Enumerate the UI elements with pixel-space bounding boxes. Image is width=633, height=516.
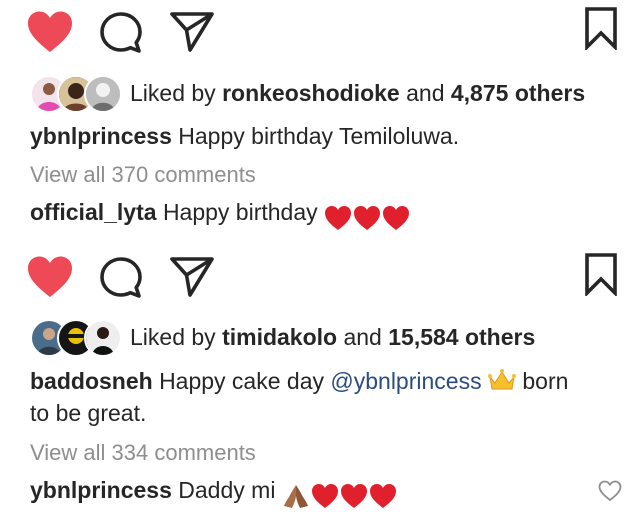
caption-line-2: to be great. bbox=[30, 400, 147, 426]
bookmark-icon[interactable] bbox=[583, 252, 619, 296]
post-card: Liked by timidakolo and 15,584 others ba… bbox=[0, 238, 633, 516]
view-all-comments-link[interactable]: View all 370 comments bbox=[30, 161, 256, 189]
red-heart-icon bbox=[383, 205, 410, 230]
red-heart-icon bbox=[325, 205, 352, 230]
comment-bubble-icon[interactable] bbox=[98, 10, 144, 56]
liked-by-prefix: Liked by bbox=[130, 80, 216, 106]
heart-filled-icon[interactable] bbox=[26, 10, 74, 54]
liked-by-user[interactable]: ronkeoshodioke bbox=[222, 80, 400, 106]
liked-by-prefix: Liked by bbox=[130, 324, 216, 350]
paper-plane-icon[interactable] bbox=[168, 255, 216, 299]
comment: official_lyta Happy birthday bbox=[30, 198, 411, 231]
red-heart-icon bbox=[311, 483, 338, 508]
comment-emojis bbox=[324, 202, 411, 231]
comment: ybnlprincess Daddy mi bbox=[30, 476, 398, 510]
avatar bbox=[84, 319, 122, 357]
liked-by-user[interactable]: timidakolo bbox=[222, 324, 337, 350]
heart-filled-icon[interactable] bbox=[26, 255, 74, 299]
caption: baddosneh Happy cake day @ybnlprincess b… bbox=[30, 367, 568, 395]
bookmark-icon[interactable] bbox=[583, 6, 619, 50]
caption-mention-link[interactable]: @ybnlprincess bbox=[330, 368, 481, 394]
likes-summary: Liked by ronkeoshodioke and 4,875 others bbox=[130, 79, 585, 107]
red-heart-icon bbox=[369, 483, 396, 508]
red-heart-icon bbox=[354, 205, 381, 230]
comment-username[interactable]: official_lyta bbox=[30, 199, 157, 225]
comment-bubble-icon[interactable] bbox=[98, 255, 144, 301]
avatar bbox=[84, 75, 122, 113]
likes-summary: Liked by timidakolo and 15,584 others bbox=[130, 323, 535, 351]
caption-username[interactable]: baddosneh bbox=[30, 368, 153, 394]
caption-text: Happy cake day bbox=[159, 368, 324, 394]
liker-avatars[interactable] bbox=[30, 75, 122, 113]
heart-outline-icon[interactable] bbox=[598, 480, 622, 502]
post-card: Liked by ronkeoshodioke and 4,875 others… bbox=[0, 0, 633, 238]
liked-by-count[interactable]: 4,875 others bbox=[451, 80, 585, 106]
caption-text: Happy birthday Temiloluwa. bbox=[178, 123, 460, 149]
view-all-comments-link[interactable]: View all 334 comments bbox=[30, 439, 256, 467]
caption: ybnlprincess Happy birthday Temiloluwa. bbox=[30, 122, 459, 150]
comment-emojis bbox=[282, 480, 398, 510]
comment-text: Happy birthday bbox=[162, 199, 318, 225]
comment-text: Daddy mi bbox=[178, 477, 276, 503]
crown-icon bbox=[487, 369, 516, 390]
liker-avatars[interactable] bbox=[30, 319, 122, 357]
red-heart-icon bbox=[340, 483, 367, 508]
caption-text-continued: born bbox=[522, 368, 569, 394]
paper-plane-icon[interactable] bbox=[168, 10, 216, 54]
liked-by-count[interactable]: 15,584 others bbox=[388, 324, 535, 350]
liked-by-and: and bbox=[406, 80, 445, 106]
comment-username[interactable]: ybnlprincess bbox=[30, 477, 172, 503]
liked-by-and: and bbox=[343, 324, 382, 350]
folded-hands-icon bbox=[283, 484, 308, 508]
caption-username[interactable]: ybnlprincess bbox=[30, 123, 172, 149]
